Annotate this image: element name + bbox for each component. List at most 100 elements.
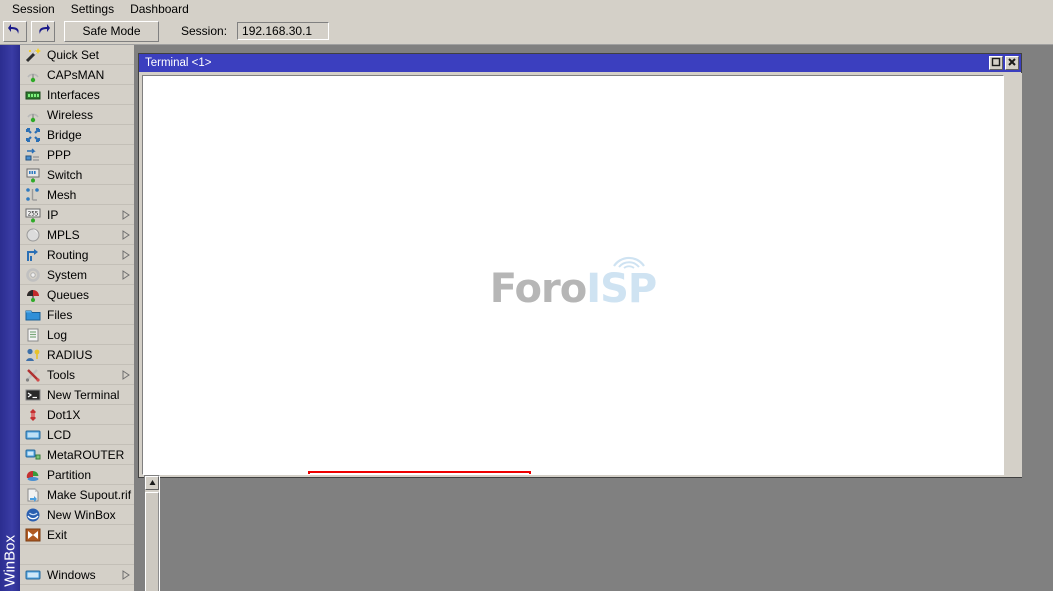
sidebar-item-partition[interactable]: Partition [20,465,134,485]
mesh-icon [25,187,41,203]
close-button[interactable] [1005,56,1019,70]
bridge-icon [25,127,41,143]
sidebar-item-mesh[interactable]: Mesh [20,185,134,205]
close-icon [1007,57,1017,70]
toolbar: Safe Mode Session: 192.168.30.1 [0,18,1053,45]
partition-icon [25,467,41,483]
sidebar-item-quick-set[interactable]: Quick Set [20,45,134,65]
sidebar-item-files[interactable]: Files [20,305,134,325]
sidebar-item-bridge[interactable]: Bridge [20,125,134,145]
sidebar-item-capsman[interactable]: CAPsMAN [20,65,134,85]
chevron-right-icon [120,229,132,241]
windows-icon [25,567,41,583]
terminal-body: ForoISP [admin@OLT TP-LINK]> [140,73,1022,591]
sidebar-item-make-supout-rif[interactable]: Make Supout.rif [20,485,134,505]
watermark-text-isp: ISP [586,266,657,312]
sidebar-item-tools[interactable]: Tools [20,365,134,385]
sidebar-item-label: MetaROUTER [47,447,125,462]
sidebar-item-radius[interactable]: RADIUS [20,345,134,365]
log-icon [25,327,41,343]
antenna-icon [25,107,41,123]
switch-icon [25,167,41,183]
sidebar-item-new-winbox[interactable]: New WinBox [20,505,134,525]
sidebar-spacer [20,545,134,565]
menu-item-dashboard[interactable]: Dashboard [122,0,197,18]
sidebar-item-dot1x[interactable]: Dot1X [20,405,134,425]
command-keyword: system [315,474,360,475]
chevron-right-icon [120,209,132,221]
ip-255-icon: 255 [25,207,41,223]
session-address-field[interactable]: 192.168.30.1 [237,22,330,40]
sidebar-item-label: CAPsMAN [47,67,105,82]
sidebar-item-exit[interactable]: Exit [20,525,134,545]
system-gear-icon [25,267,41,283]
sidebar-item-interfaces[interactable]: Interfaces [20,85,134,105]
command-subcommand: telnet [367,474,412,475]
sidebar-item-switch[interactable]: Switch [20,165,134,185]
text-cursor [518,474,526,475]
sidebar-item-mpls[interactable]: MPLS [20,225,134,245]
undo-button[interactable] [3,20,27,42]
scrollbar-track[interactable] [145,492,159,591]
sidebar-item-label: Windows [47,567,96,582]
sidebar-item-log[interactable]: Log [20,325,134,345]
sidebar-menu: Quick Set CAPsMAN Interfaces Wireless Br… [20,45,135,591]
routing-icon [25,247,41,263]
sidebar-item-label: Wireless [47,107,94,122]
interface-icon [25,87,41,103]
menu-bar: Session Settings Dashboard [0,0,1053,18]
sidebar-item-label: RADIUS [47,347,93,362]
sidebar-item-metarouter[interactable]: MetaROUTER [20,445,134,465]
sidebar-item-label: PPP [47,147,72,162]
sidebar-item-label: Queues [47,287,90,302]
maximize-button[interactable] [989,56,1003,70]
queues-icon [25,287,41,303]
sidebar-item-wireless[interactable]: Wireless [20,105,134,125]
terminal-vertical-scrollbar[interactable] [144,475,160,591]
sidebar-item-label: LCD [47,427,72,442]
menu-item-settings[interactable]: Settings [63,0,122,18]
sidebar-item-queues[interactable]: Queues [20,285,134,305]
sidebar-item-label: Partition [47,467,92,482]
metarouter-icon [25,447,41,463]
exit-icon [25,527,41,543]
sidebar-item-label: Quick Set [47,47,100,62]
sidebar-item-label: Switch [47,167,83,182]
menu-item-session[interactable]: Session [4,0,63,18]
winbox-side-strip: WinBox [0,45,20,591]
sidebar-item-label: Bridge [47,127,82,142]
supout-icon [25,487,41,503]
winbox-strip-label: WinBox [1,535,19,587]
mpls-icon [25,227,41,243]
svg-text:255: 255 [28,210,39,217]
sidebar-item-ip[interactable]: 255 IP [20,205,134,225]
dot1x-icon [25,407,41,423]
redo-button[interactable] [31,20,55,42]
chevron-right-icon [120,369,132,381]
chevron-right-icon [120,569,132,581]
sidebar-item-label: Make Supout.rif [47,487,132,502]
undo-arrow-icon [7,23,23,40]
maximize-icon [991,57,1001,70]
tools-icon [25,367,41,383]
terminal-title-bar[interactable]: Terminal <1> [139,54,1021,72]
safe-mode-button[interactable]: Safe Mode [64,20,159,42]
sidebar-item-label: Routing [47,247,89,262]
foroisp-watermark: ForoISP [143,256,1003,312]
sidebar-item-routing[interactable]: Routing [20,245,134,265]
terminal-screen[interactable]: ForoISP [admin@OLT TP-LINK]> [142,75,1004,475]
terminal-title-label: Terminal <1> [145,57,212,69]
sidebar-item-lcd[interactable]: LCD [20,425,134,445]
sidebar-item-system[interactable]: System [20,265,134,285]
winbox-app-window: Session Settings Dashboard Safe Mode Ses… [0,0,1053,591]
sidebar-item-label: Interfaces [47,87,100,102]
chevron-right-icon [120,269,132,281]
lcd-icon [25,427,41,443]
highlighted-command-box: system telnet 192.168.1.100 [307,471,531,475]
scroll-up-button[interactable] [145,476,159,490]
sidebar-item-windows[interactable]: Windows [20,565,134,585]
watermark-text-foro: Foro [489,266,587,312]
terminal-prompt-line: [admin@OLT TP-LINK]> system telnet 192.1… [149,471,531,475]
sidebar-item-ppp[interactable]: PPP [20,145,134,165]
sidebar-item-new-terminal[interactable]: New Terminal [20,385,134,405]
